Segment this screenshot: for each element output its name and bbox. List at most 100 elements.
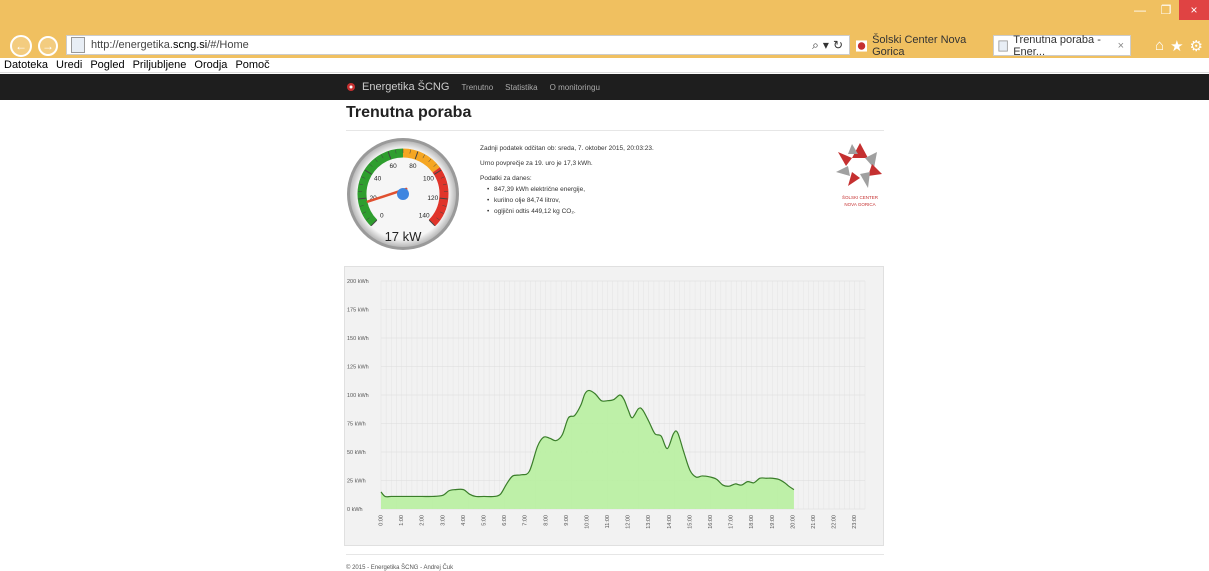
nav-link-trenutno[interactable]: Trenutno	[461, 83, 493, 92]
x-tick-label: 1:00	[399, 515, 405, 526]
x-tick-label: 7:00	[523, 515, 529, 526]
y-tick-label: 25 kWh	[347, 479, 366, 485]
today-data-heading: Podatki za danes:	[480, 175, 532, 182]
tab-label: Trenutna poraba - Ener...	[1013, 33, 1101, 58]
logo-text-line1: ŠOLSKI CENTER	[841, 195, 878, 200]
power-gauge: 0204060 80100120140 17 kW	[347, 138, 459, 250]
menu-item-priljubljene[interactable]: Priljubljene	[133, 59, 187, 71]
footer-text: © 2015 - Energetika ŠCNG - Andrej Čuk	[346, 565, 454, 571]
forward-arrow-icon: →	[42, 39, 54, 53]
x-tick-label: 18:00	[749, 515, 755, 529]
y-tick-label: 150 kWh	[347, 336, 369, 342]
x-tick-label: 23:00	[852, 515, 858, 529]
today-data-list: 847,39 kWh električne energije, kurilno …	[480, 184, 800, 217]
page-icon	[71, 37, 85, 53]
back-button[interactable]: ←	[10, 35, 32, 57]
chart-y-labels: 0 kWh 25 kWh 50 kWh 75 kWh 100 kWh 125 kWh 150…	[347, 279, 369, 513]
gauge-tick-label: 80	[409, 163, 417, 170]
window-controls: — ❐ ×	[1127, 0, 1209, 20]
scng-logo: ŠOLSKI CENTER NOVA GORICA	[830, 140, 890, 207]
menu-bar: Datoteka Uredi Pogled Priljubljene Orodj…	[0, 58, 1209, 73]
y-tick-label: 125 kWh	[347, 365, 369, 371]
address-tools: ⌕ ▾ ↻	[812, 36, 849, 54]
browser-titlebar: — ❐ ×	[0, 0, 1209, 34]
brand-link[interactable]: Energetika ŠCNG	[362, 81, 449, 93]
x-tick-label: 16:00	[708, 515, 714, 529]
y-tick-label: 100 kWh	[347, 393, 369, 399]
tab-trenutna-poraba[interactable]: Trenutna poraba - Ener... ×	[993, 33, 1131, 58]
x-tick-label: 11:00	[605, 515, 611, 528]
x-tick-label: 10:00	[584, 515, 590, 529]
x-tick-label: 14:00	[667, 515, 673, 529]
gauge-value-label: 17 kW	[385, 229, 423, 244]
hourly-average-text: Urno povprečje za 19. uro je 17,3 kWh.	[480, 160, 593, 167]
gauge-tick-label: 0	[380, 213, 384, 220]
url-text[interactable]: http://energetika.scng.si/#/Home	[91, 39, 249, 51]
brand-logo-icon	[347, 83, 355, 91]
tab-scng[interactable]: Šolski Center Nova Gorica	[852, 33, 992, 58]
tab-label: Šolski Center Nova Gorica	[872, 33, 967, 58]
menu-item-pomoc[interactable]: Pomoč	[235, 59, 269, 71]
y-tick-label: 200 kWh	[347, 279, 369, 285]
gauge-hub	[397, 188, 409, 200]
x-tick-label: 3:00	[440, 515, 446, 526]
browser-tool-icons: ⌂ ★ ⚙	[1155, 37, 1203, 55]
consumption-chart-panel: 0 kWh 25 kWh 50 kWh 75 kWh 100 kWh 125 kWh 150…	[344, 266, 884, 546]
x-tick-label: 13:00	[646, 515, 652, 529]
tab-close-icon[interactable]: ×	[1118, 40, 1124, 52]
list-item: ogljični odtis 449,12 kg CO₂.	[487, 206, 800, 217]
page-title: Trenutna poraba	[346, 104, 472, 121]
last-reading-text: Zadnji podatek odčitan ob: sreda, 7. okt…	[480, 145, 654, 152]
x-tick-label: 2:00	[420, 515, 426, 526]
consumption-chart: 0 kWh 25 kWh 50 kWh 75 kWh 100 kWh 125 kWh 150…	[347, 279, 866, 529]
x-tick-label: 12:00	[626, 515, 632, 529]
scng-logo-mark-icon	[836, 143, 882, 188]
favorites-star-icon[interactable]: ★	[1170, 37, 1183, 55]
menu-item-uredi[interactable]: Uredi	[56, 59, 82, 71]
x-tick-label: 17:00	[729, 515, 735, 529]
page-favicon-icon	[998, 39, 1008, 52]
chart-x-labels: 0:00 1:00 2:00 3:00 4:00 5:00 6:00 7:00 8:00 9:00…	[379, 515, 859, 529]
x-tick-label: 9:00	[564, 515, 570, 526]
menu-item-datoteka[interactable]: Datoteka	[4, 59, 48, 71]
x-tick-label: 6:00	[502, 515, 508, 526]
x-tick-label: 19:00	[770, 515, 776, 529]
forward-button[interactable]: →	[38, 36, 58, 56]
search-icon[interactable]: ⌕	[812, 38, 819, 53]
gauge-tick-label: 100	[423, 176, 434, 183]
menu-item-orodja[interactable]: Orodja	[194, 59, 227, 71]
gauge-tick-label: 120	[427, 195, 438, 202]
x-tick-label: 5:00	[481, 515, 487, 526]
list-item: kurilno olje 84,74 litrov,	[487, 195, 800, 206]
settings-gear-icon[interactable]: ⚙	[1190, 37, 1203, 55]
x-tick-label: 20:00	[790, 515, 796, 529]
y-tick-label: 175 kWh	[347, 308, 369, 314]
menu-item-pogled[interactable]: Pogled	[90, 59, 124, 71]
minimize-button[interactable]: —	[1127, 0, 1153, 20]
restore-button[interactable]: ❐	[1153, 0, 1179, 20]
logo-text-line2: NOVA GORICA	[844, 202, 876, 207]
refresh-icon[interactable]: ↻	[833, 38, 843, 52]
scng-favicon-icon	[856, 39, 868, 52]
y-tick-label: 50 kWh	[347, 450, 366, 456]
gauge-tick-label: 60	[389, 163, 397, 170]
x-tick-label: 21:00	[811, 515, 817, 529]
close-window-button[interactable]: ×	[1179, 0, 1209, 20]
x-tick-label: 8:00	[543, 515, 549, 526]
divider	[346, 130, 884, 131]
x-tick-label: 15:00	[687, 515, 693, 529]
nav-link-statistika[interactable]: Statistika	[505, 83, 537, 92]
y-tick-label: 75 kWh	[347, 422, 366, 428]
home-icon[interactable]: ⌂	[1155, 37, 1164, 55]
dropdown-icon[interactable]: ▾	[823, 38, 829, 52]
list-item: 847,39 kWh električne energije,	[487, 184, 800, 195]
x-tick-label: 22:00	[832, 515, 838, 529]
y-tick-label: 0 kWh	[347, 507, 363, 513]
info-panel: Zadnji podatek odčitan ob: sreda, 7. okt…	[480, 143, 800, 217]
site-navbar: Energetika ŠCNG Trenutno Statistika O mo…	[0, 74, 1209, 100]
gauge-tick-label: 40	[374, 176, 382, 183]
x-tick-label: 4:00	[461, 515, 467, 526]
nav-link-o-monitoringu[interactable]: O monitoringu	[550, 83, 600, 92]
back-arrow-icon: ←	[15, 39, 27, 53]
address-bar[interactable]: http://energetika.scng.si/#/Home ⌕ ▾ ↻	[66, 35, 850, 55]
